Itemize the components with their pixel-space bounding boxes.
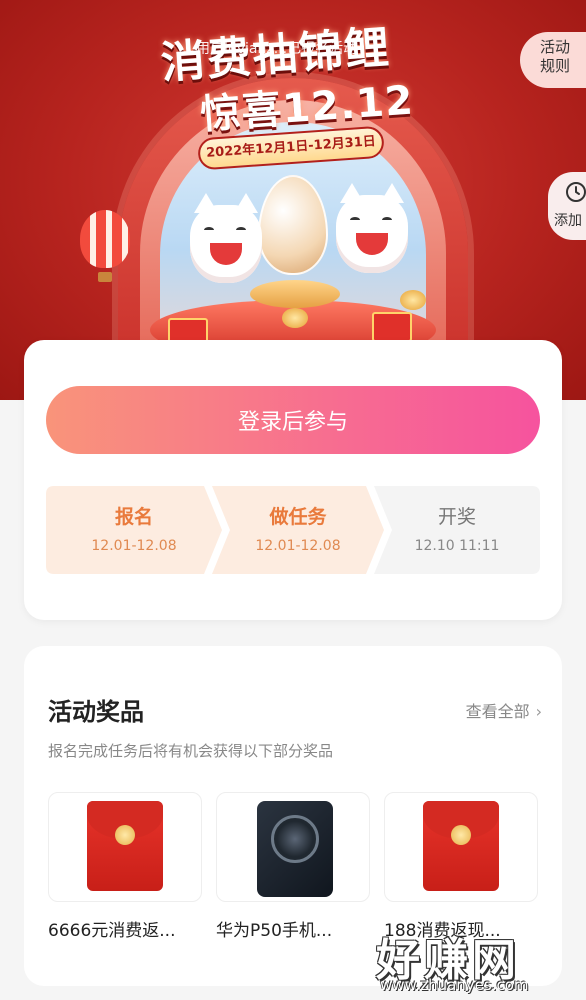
red-envelope-icon — [87, 801, 163, 891]
mascot-cat-left — [190, 193, 262, 283]
coin-icon — [400, 290, 426, 310]
step-chevron — [46, 486, 222, 574]
step-chevron — [374, 486, 540, 574]
prize-item[interactable]: 6666元消费返... — [48, 792, 202, 941]
rules-label-line1: 活动 — [540, 38, 571, 56]
coin-icon — [282, 308, 308, 328]
view-all-label: 查看全部 — [465, 702, 530, 721]
rules-label-line2: 规则 — [540, 57, 571, 75]
step-draw: 开奖 12.10 11:11 — [374, 486, 540, 574]
prize-item[interactable]: 188消费返现... — [384, 792, 538, 941]
signup-notice: 用户luvianz...已报名活动 — [196, 41, 358, 57]
step-label: 做任务 — [269, 506, 327, 528]
clock-icon — [566, 182, 586, 202]
step-date: 12.01-12.08 — [255, 538, 341, 554]
prize-image — [384, 792, 538, 902]
prize-image — [216, 792, 370, 902]
participate-card: 登录后参与 报名 12.01-12.08 做任务 12.01-12.08 开奖 … — [24, 340, 562, 620]
gift-icon — [372, 312, 412, 342]
watermark-site: www.zhuanyes.com — [380, 976, 529, 994]
step-signup: 报名 12.01-12.08 — [46, 486, 222, 574]
step-chevron — [212, 486, 384, 574]
activity-rules-button[interactable]: 活动 规则 — [520, 32, 586, 88]
login-to-join-button[interactable]: 登录后参与 — [46, 386, 540, 454]
step-date: 12.10 11:11 — [414, 538, 500, 554]
activity-steps: 报名 12.01-12.08 做任务 12.01-12.08 开奖 12.10 … — [46, 486, 540, 574]
prizes-title: 活动奖品 — [48, 698, 144, 726]
prize-image — [48, 792, 202, 902]
add-reminder-button[interactable]: 添加 — [548, 172, 586, 240]
site-watermark: 好赚网 www.zhuanyes.com — [376, 924, 586, 1000]
step-task: 做任务 12.01-12.08 — [212, 486, 384, 574]
hot-air-balloon-icon — [80, 210, 130, 268]
prize-name: 华为P50手机... — [216, 921, 333, 941]
prizes-subtitle: 报名完成任务后将有机会获得以下部分奖品 — [48, 742, 334, 760]
prize-name: 6666元消费返... — [48, 921, 176, 941]
step-label: 开奖 — [437, 506, 476, 528]
add-label: 添加 — [554, 213, 582, 229]
view-all-link[interactable]: 查看全部 › — [466, 698, 542, 722]
phone-icon — [257, 801, 333, 897]
step-date: 12.01-12.08 — [91, 538, 177, 554]
stage-pedestal — [250, 280, 340, 308]
chevron-right-icon: › — [535, 702, 542, 721]
step-label: 报名 — [114, 506, 153, 528]
red-envelope-icon — [423, 801, 499, 891]
balloon-basket — [98, 272, 112, 282]
mascot-cat-right — [336, 183, 408, 273]
prize-item[interactable]: 华为P50手机... — [216, 792, 370, 941]
